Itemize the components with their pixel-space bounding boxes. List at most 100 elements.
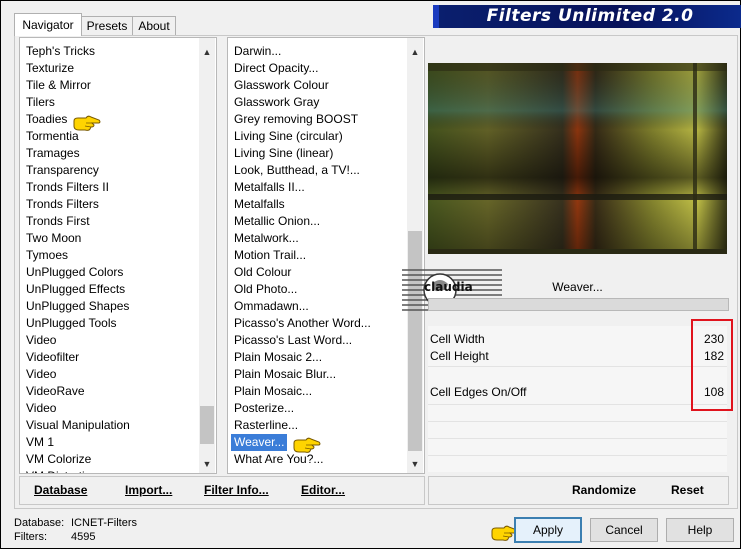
category-item-label: Tronds First bbox=[26, 214, 90, 228]
filter-item-label: Ommadawn... bbox=[234, 299, 309, 313]
scroll-down-icon[interactable]: ▼ bbox=[407, 456, 423, 472]
filter-item[interactable]: Rasterline... bbox=[228, 417, 371, 434]
filter-item-label: Metallic Onion... bbox=[234, 214, 321, 228]
filter-item[interactable]: Posterize... bbox=[228, 400, 371, 417]
category-item[interactable]: Tronds First bbox=[20, 213, 130, 230]
category-item-label: Toadies bbox=[26, 112, 68, 126]
filter-item[interactable]: Motion Trail... bbox=[228, 247, 371, 264]
filter-item[interactable]: Living Sine (linear) bbox=[228, 145, 371, 162]
filter-item[interactable]: Plain Mosaic... bbox=[228, 383, 371, 400]
category-item[interactable]: UnPlugged Tools bbox=[20, 315, 130, 332]
filter-item[interactable]: Metalwork... bbox=[228, 230, 371, 247]
category-item[interactable]: Videofilter bbox=[20, 349, 130, 366]
tab-presets[interactable]: Presets bbox=[80, 16, 134, 36]
category-scrollbar[interactable]: ▲ ▼ bbox=[199, 38, 215, 473]
filter-item[interactable]: Direct Opacity... bbox=[228, 60, 371, 77]
filter-item-label: What Are You?... bbox=[234, 452, 324, 466]
import-button[interactable]: Import... bbox=[125, 483, 172, 497]
filter-info-button[interactable]: Filter Info... bbox=[204, 483, 269, 497]
category-item[interactable]: Tilers bbox=[20, 94, 130, 111]
filter-item[interactable]: Metalfalls bbox=[228, 196, 371, 213]
category-item[interactable]: Two Moon bbox=[20, 230, 130, 247]
scroll-up-icon[interactable]: ▲ bbox=[199, 44, 215, 60]
category-item[interactable]: Tymoes bbox=[20, 247, 130, 264]
filter-items: Darwin... Direct Opacity... Glasswork Colo… bbox=[228, 43, 371, 468]
filter-item[interactable]: Old Photo... bbox=[228, 281, 371, 298]
filter-item[interactable]: Darwin... bbox=[228, 43, 371, 60]
filter-item[interactable]: Picasso's Another Word... bbox=[228, 315, 371, 332]
editor-button[interactable]: Editor... bbox=[301, 483, 345, 497]
category-item[interactable]: UnPlugged Effects bbox=[20, 281, 130, 298]
category-item[interactable]: Transparency bbox=[20, 162, 130, 179]
filter-item[interactable]: Glasswork Colour bbox=[228, 77, 371, 94]
divider bbox=[428, 404, 727, 405]
filter-item-label: Look, Butthead, a TV!... bbox=[234, 163, 360, 177]
parameter-row-cell-height[interactable]: Cell Height 182 bbox=[428, 348, 727, 365]
scroll-down-icon[interactable]: ▼ bbox=[199, 456, 215, 472]
category-item[interactable]: Video bbox=[20, 366, 130, 383]
reset-button[interactable]: Reset bbox=[671, 483, 704, 497]
category-item-label: Tronds Filters bbox=[26, 197, 99, 211]
filter-item[interactable]: Metallic Onion... bbox=[228, 213, 371, 230]
filter-item[interactable]: Plain Mosaic Blur... bbox=[228, 366, 371, 383]
database-label: Database: bbox=[14, 517, 65, 529]
category-item[interactable]: Tronds Filters II bbox=[20, 179, 130, 196]
filter-item[interactable]: Old Colour bbox=[228, 264, 371, 281]
filter-item[interactable]: Ommadawn... bbox=[228, 298, 371, 315]
filter-item-label: Posterize... bbox=[234, 401, 295, 415]
category-item[interactable]: Tramages bbox=[20, 145, 130, 162]
apply-button[interactable]: Apply bbox=[514, 517, 582, 543]
category-list[interactable]: Teph's Tricks Texturize Tile & Mirror Tiler… bbox=[19, 37, 217, 474]
category-item[interactable]: VM Colorize bbox=[20, 451, 130, 468]
filter-item-label: Picasso's Another Word... bbox=[234, 316, 371, 330]
category-item[interactable]: Video bbox=[20, 332, 130, 349]
category-item[interactable]: UnPlugged Colors bbox=[20, 264, 130, 281]
category-item[interactable]: Tile & Mirror bbox=[20, 77, 130, 94]
filter-item[interactable]: Look, Butthead, a TV!... bbox=[228, 162, 371, 179]
filter-item[interactable]: Glasswork Gray bbox=[228, 94, 371, 111]
scroll-up-icon[interactable]: ▲ bbox=[407, 44, 423, 60]
category-item[interactable]: VM 1 bbox=[20, 434, 130, 451]
parameter-row-cell-width[interactable]: Cell Width 230 bbox=[428, 331, 727, 348]
filter-item-label: Plain Mosaic 2... bbox=[234, 350, 323, 364]
randomize-button[interactable]: Randomize bbox=[572, 483, 636, 497]
tab-navigator[interactable]: Navigator bbox=[14, 13, 82, 36]
category-item[interactable]: Video bbox=[20, 400, 130, 417]
filter-item-label: Old Colour bbox=[234, 265, 292, 279]
category-item[interactable]: UnPlugged Shapes bbox=[20, 298, 130, 315]
database-button[interactable]: Database bbox=[34, 483, 87, 497]
filter-item[interactable]: Grey removing BOOST bbox=[228, 111, 371, 128]
filter-scrollbar[interactable]: ▲ ▼ bbox=[407, 38, 423, 473]
filters-count-value: 4595 bbox=[71, 531, 96, 543]
divider bbox=[428, 438, 727, 439]
category-item-label: Tronds Filters II bbox=[26, 180, 109, 194]
filter-item[interactable]: Living Sine (circular) bbox=[228, 128, 371, 145]
category-item[interactable]: Teph's Tricks bbox=[20, 43, 130, 60]
cancel-button[interactable]: Cancel bbox=[590, 518, 658, 542]
filter-item[interactable]: Picasso's Last Word... bbox=[228, 332, 371, 349]
filter-item[interactable]: Plain Mosaic 2... bbox=[228, 349, 371, 366]
category-item-label: Tymoes bbox=[26, 248, 69, 262]
filter-item-label: Living Sine (linear) bbox=[234, 146, 334, 160]
filter-item[interactable]: Metalfalls II... bbox=[228, 179, 371, 196]
category-item[interactable]: Tronds Filters bbox=[20, 196, 130, 213]
category-item[interactable]: VideoRave bbox=[20, 383, 130, 400]
category-item[interactable]: Visual Manipulation bbox=[20, 417, 130, 434]
filter-item-label: Metalfalls II... bbox=[234, 180, 305, 194]
category-item[interactable]: Texturize bbox=[20, 60, 130, 77]
divider bbox=[428, 455, 727, 456]
scroll-thumb[interactable] bbox=[408, 231, 422, 451]
filter-item-label: Grey removing BOOST bbox=[234, 112, 359, 126]
category-item-label: VM Distortion bbox=[26, 469, 98, 473]
help-button[interactable]: Help bbox=[666, 518, 734, 542]
filter-item-label: Picasso's Last Word... bbox=[234, 333, 353, 347]
category-item[interactable]: VM Distortion bbox=[20, 468, 130, 473]
highlight-box bbox=[691, 319, 733, 411]
tab-about[interactable]: About bbox=[132, 16, 176, 36]
category-item-label: VM 1 bbox=[26, 435, 55, 449]
parameter-row-cell-edges[interactable]: Cell Edges On/Off 108 bbox=[428, 384, 727, 401]
scroll-thumb[interactable] bbox=[200, 406, 214, 444]
filter-list[interactable]: Darwin... Direct Opacity... Glasswork Colo… bbox=[227, 37, 425, 474]
category-item-label: Teph's Tricks bbox=[26, 44, 95, 58]
divider bbox=[428, 421, 727, 422]
